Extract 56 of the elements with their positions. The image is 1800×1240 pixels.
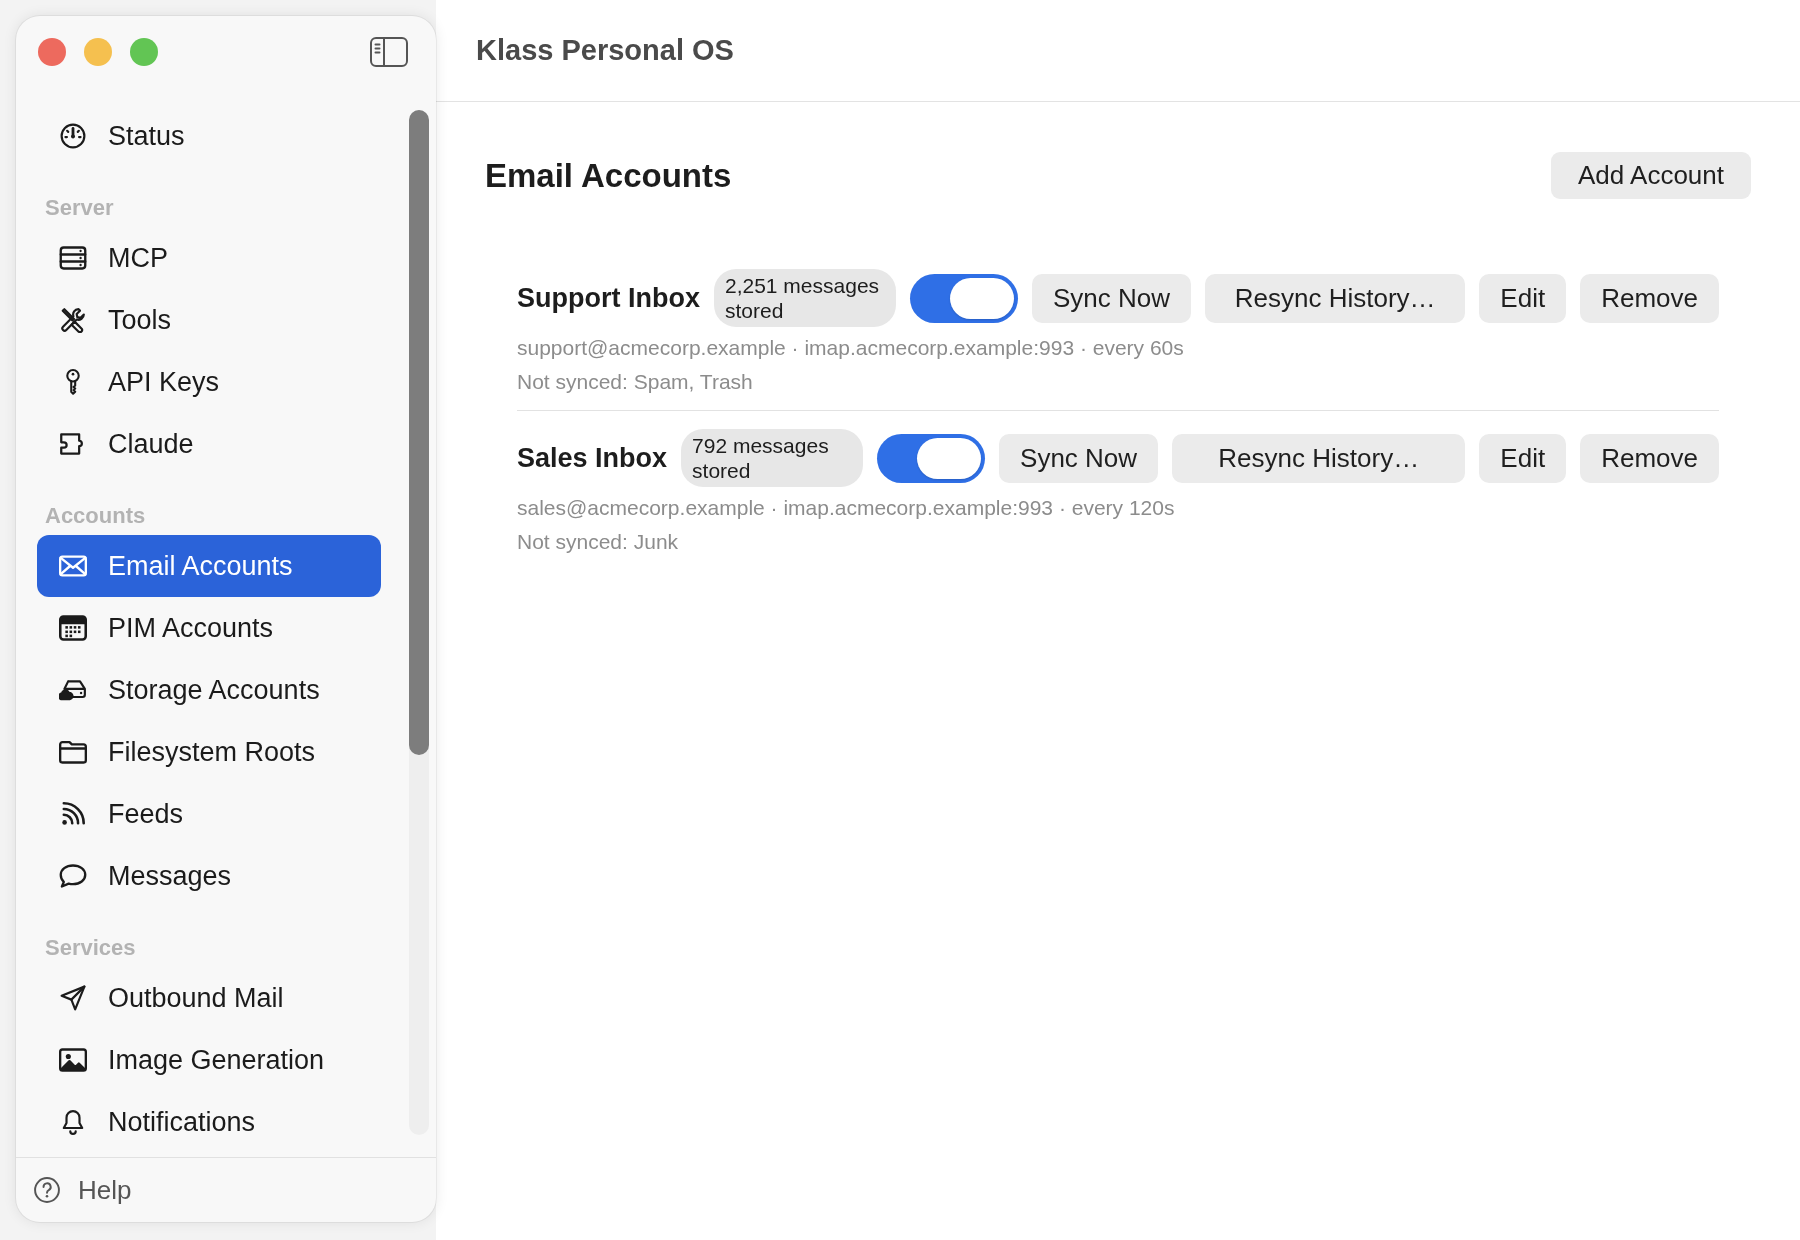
resync-history-button[interactable]: Resync History… <box>1205 273 1466 323</box>
sync-now-button[interactable]: Sync Now <box>999 433 1159 483</box>
remove-button[interactable]: Remove <box>1580 273 1719 323</box>
sidebar-item[interactable]: Status <box>37 105 381 167</box>
sidebar-item[interactable]: PIM Accounts <box>37 597 381 659</box>
scrollbar-thumb[interactable] <box>409 110 429 755</box>
section-header: Server <box>44 194 115 222</box>
account-details: support@acmecorp.example · imap.acmecorp.example:993 · every 60s <box>517 335 1185 361</box>
message-count-badge: 2,251 messages stored <box>714 269 896 327</box>
help-icon <box>34 1177 60 1203</box>
sync-now-button[interactable]: Sync Now <box>1032 273 1192 323</box>
sidebar-toggle-icon[interactable] <box>369 36 409 68</box>
edit-button[interactable]: Edit <box>1479 273 1567 323</box>
sidebar-item[interactable]: Image Generation <box>37 1029 381 1091</box>
minimize-icon[interactable] <box>84 38 112 66</box>
sidebar-item[interactable]: Messages <box>37 845 381 907</box>
not-synced-note: Not synced: Spam, Trash <box>517 369 754 395</box>
sidebar-item[interactable]: Feeds <box>37 783 381 845</box>
envelope-icon <box>59 553 87 579</box>
window-title: Klass Personal OS <box>476 34 734 67</box>
sidebar-item[interactable]: MCP <box>37 227 381 289</box>
sidebar-item[interactable]: Claude <box>37 413 381 475</box>
close-icon[interactable] <box>38 38 66 66</box>
gauge-icon <box>59 123 87 149</box>
maximize-icon[interactable] <box>130 38 158 66</box>
section-header: Accounts <box>44 502 147 530</box>
sidebar-item[interactable]: Storage Accounts <box>37 659 381 721</box>
photo-icon <box>59 1047 87 1073</box>
remove-button[interactable]: Remove <box>1580 433 1719 483</box>
section-header: Services <box>44 934 137 962</box>
feed-icon <box>59 801 87 827</box>
paper-plane-icon <box>59 985 87 1011</box>
page-title: Email Accounts <box>485 156 732 195</box>
account-name: Sales Inbox <box>517 442 668 474</box>
sidebar-item[interactable]: API Keys <box>37 351 381 413</box>
toggle-switch[interactable] <box>910 273 1018 323</box>
tools-icon <box>59 307 87 333</box>
sidebar-item[interactable]: Outbound Mail <box>37 967 381 1029</box>
edit-button[interactable]: Edit <box>1479 433 1567 483</box>
add-account-button[interactable]: Add Account <box>1551 152 1751 199</box>
sidebar-item[interactable]: Filesystem Roots <box>37 721 381 783</box>
calendar-icon <box>59 615 87 641</box>
message-count-badge: 792 messages stored <box>681 429 864 487</box>
cloud-drive-icon <box>59 677 87 703</box>
account-details: sales@acmecorp.example · imap.acmecorp.example:993 · every 120s <box>517 495 1176 521</box>
toggle-switch[interactable] <box>877 433 986 483</box>
sidebar-item[interactable]: Tools <box>37 289 381 351</box>
server-icon <box>59 245 87 271</box>
account-name: Support Inbox <box>517 282 700 314</box>
not-synced-note: Not synced: Junk <box>517 529 680 555</box>
sidebar-item[interactable]: Notifications <box>37 1091 381 1153</box>
speech-bubble-icon <box>59 863 87 889</box>
sidebar-item[interactable]: Email Accounts <box>37 535 381 597</box>
help-button[interactable]: Help <box>34 1174 132 1206</box>
folder-icon <box>59 739 87 765</box>
resync-history-button[interactable]: Resync History… <box>1172 433 1466 483</box>
